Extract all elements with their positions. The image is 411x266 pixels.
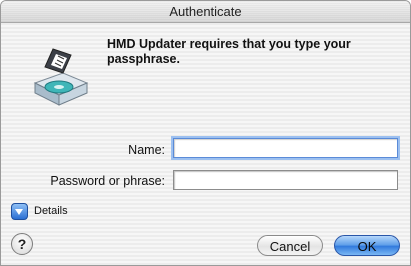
authenticate-dialog: Authenticate HMD Updater requires that y… (0, 0, 411, 266)
ok-button[interactable]: OK (334, 235, 400, 256)
window-title: Authenticate (169, 4, 242, 19)
disclosure-triangle-icon[interactable] (11, 203, 28, 220)
help-button[interactable]: ? (11, 233, 33, 255)
installer-package-icon (33, 48, 89, 106)
password-field[interactable] (173, 170, 398, 190)
password-label: Password or phrase: (50, 174, 165, 188)
name-label: Name: (128, 143, 165, 157)
details-label[interactable]: Details (34, 205, 68, 217)
name-field[interactable] (173, 138, 398, 158)
prompt-message: HMD Updater requires that you type your … (107, 37, 351, 66)
title-bar[interactable]: Authenticate (1, 1, 410, 23)
cancel-button[interactable]: Cancel (257, 235, 323, 256)
